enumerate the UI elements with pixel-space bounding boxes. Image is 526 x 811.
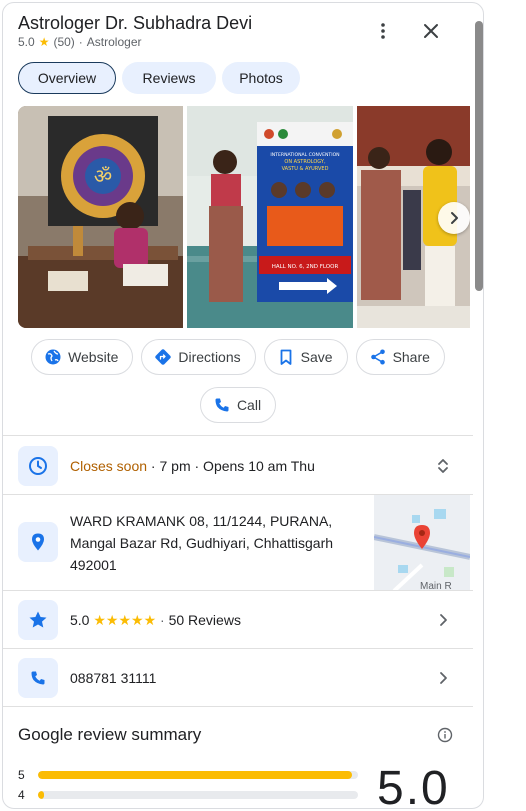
summary-divider [3, 706, 473, 707]
rating-bar-label: 5 [18, 768, 25, 782]
rating-bar-fill [38, 771, 352, 779]
clock-icon [29, 457, 47, 475]
phone-icon [31, 671, 45, 685]
carousel-next-button[interactable] [438, 202, 470, 234]
close-button[interactable] [417, 17, 445, 45]
globe-icon [45, 349, 61, 365]
rating-bar-track [38, 771, 358, 779]
rating-bar-label: 4 [18, 788, 25, 802]
website-button[interactable]: Website [31, 339, 134, 375]
poster-line1: INTERNATIONAL CONVENTION [270, 152, 339, 158]
rating-bar-track [38, 791, 358, 799]
chevron-right-icon [451, 212, 458, 224]
separator-dot: · [160, 612, 169, 628]
expand-icon [438, 459, 448, 473]
scrollbar-thumb[interactable] [475, 21, 483, 291]
address-text: WARD KRAMANK 08, 11/1244, PURANA, Mangal… [70, 510, 333, 576]
rating-row-value: 5.0 [70, 612, 90, 628]
save-button[interactable]: Save [263, 339, 348, 375]
poster-line3: VASTU & AYURVED [282, 166, 329, 172]
tab-reviews[interactable]: Reviews [122, 62, 216, 94]
svg-text:ॐ: ॐ [94, 164, 112, 188]
photo-office[interactable]: ॐ [18, 106, 183, 328]
action-buttons: Website Directions Save Share Call [3, 339, 473, 423]
directions-icon [155, 349, 172, 365]
map-thumbnail[interactable]: Main R [374, 495, 470, 591]
save-label: Save [300, 349, 333, 365]
rating-row-count: 50 Reviews [168, 612, 241, 628]
rating-summary: 5.0 ★★★★★ · 50 Reviews [70, 612, 241, 629]
poster-line2: ON ASTROLOGY, [284, 159, 326, 165]
rating-row-chevron [433, 610, 453, 630]
rating-bar-fill [38, 791, 45, 799]
poster-hall: HALL NO. 6, 2ND FLOOR [272, 264, 339, 270]
share-icon [370, 349, 385, 365]
rating-bar-row[interactable]: 4 [18, 785, 358, 805]
rating-icon-box [18, 600, 58, 640]
phone-number: 088781 31111 [70, 670, 157, 686]
hours-expand-button[interactable] [433, 456, 453, 476]
call-label: Call [236, 397, 262, 413]
category[interactable]: Astrologer [87, 35, 142, 49]
place-title: Astrologer Dr. Subhadra Devi [18, 13, 253, 33]
close-icon [424, 24, 438, 38]
location-pin-icon [32, 533, 44, 551]
tab-overview[interactable]: Overview [18, 62, 116, 94]
photo-carousel[interactable]: ॐ INTERNATIONAL CONVENTION ON ASTROLOGY,… [18, 106, 470, 328]
photo-convention[interactable]: INTERNATIONAL CONVENTION ON ASTROLOGY, V… [187, 106, 353, 328]
chevron-right-icon [440, 614, 447, 626]
hours-detail: · 7 pm · Opens 10 am Thu [147, 458, 315, 474]
address-icon-box [18, 522, 58, 562]
address-line3: 492001 [70, 557, 117, 573]
info-button[interactable] [437, 727, 453, 743]
phone-row[interactable]: 088781 31111 [3, 648, 473, 706]
bookmark-icon [280, 349, 292, 365]
rating-row[interactable]: 5.0 ★★★★★ · 50 Reviews [3, 590, 473, 648]
directions-button[interactable]: Directions [141, 339, 256, 375]
rating-distribution: 5 4 [18, 765, 358, 805]
rating-row-stars: ★★★★★ [93, 612, 157, 628]
star-icon [29, 611, 47, 628]
address-line2: Mangal Bazar Rd, Gudhiyari, Chhattisgarh [70, 535, 334, 551]
info-icon [437, 727, 453, 743]
place-header: Astrologer Dr. Subhadra Devi 5.0 ★ (50) … [3, 3, 473, 103]
hours-text: Closes soon · 7 pm · Opens 10 am Thu [70, 458, 315, 474]
share-button[interactable]: Share [355, 339, 445, 375]
tab-photos[interactable]: Photos [222, 62, 300, 94]
summary-score: 5.0 [377, 762, 450, 809]
share-label: Share [392, 349, 430, 365]
phone-icon [215, 398, 229, 412]
more-vertical-icon [381, 23, 385, 39]
more-options-button[interactable] [369, 17, 397, 45]
address-line1: WARD KRAMANK 08, 11/1244, PURANA, [70, 513, 333, 529]
directions-label: Directions [178, 349, 241, 365]
phone-row-chevron [433, 668, 453, 688]
rating-bar-row[interactable]: 5 [18, 765, 358, 785]
phone-icon-box [18, 658, 58, 698]
place-panel: Astrologer Dr. Subhadra Devi 5.0 ★ (50) … [2, 2, 484, 809]
hours-status: Closes soon [70, 458, 148, 474]
hours-icon-box [18, 446, 58, 486]
review-count[interactable]: (50) [53, 35, 74, 49]
call-button[interactable]: Call [199, 387, 277, 423]
tab-bar: Overview Reviews Photos [18, 62, 300, 94]
hours-row[interactable]: Closes soon · 7 pm · Opens 10 am Thu [3, 435, 473, 494]
separator-dot: · [78, 35, 83, 49]
place-meta: 5.0 ★ (50) · Astrologer [18, 35, 142, 49]
review-summary-title: Google review summary [18, 725, 202, 744]
website-label: Website [68, 349, 119, 365]
star-icon: ★ [38, 35, 50, 49]
chevron-right-icon [440, 672, 447, 684]
rating-value: 5.0 [18, 35, 35, 49]
address-row[interactable]: WARD KRAMANK 08, 11/1244, PURANA, Mangal… [3, 494, 473, 591]
